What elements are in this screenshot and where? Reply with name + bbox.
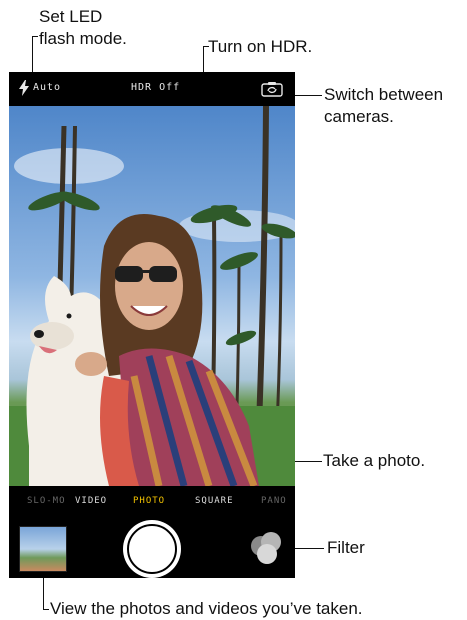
camera-top-bar: Auto HDR Off bbox=[9, 72, 295, 106]
filter-circles-icon[interactable] bbox=[251, 532, 285, 566]
last-photo-thumbnail[interactable] bbox=[19, 526, 67, 572]
leader-view-photos-tick bbox=[43, 609, 49, 610]
flash-icon[interactable] bbox=[18, 80, 30, 96]
callout-switch-cameras: Switch between cameras. bbox=[324, 85, 444, 126]
viewfinder-photo bbox=[9, 106, 295, 486]
callout-hdr: Turn on HDR. bbox=[208, 37, 313, 56]
camera-bottom-bar: SLO-MO VIDEO PHOTO SQUARE PANO bbox=[9, 486, 295, 578]
callout-flash: Set LED flash mode. bbox=[39, 7, 127, 48]
callout-take-photo: Take a photo. bbox=[323, 451, 426, 470]
flash-mode-label[interactable]: Auto bbox=[33, 82, 61, 93]
mode-video[interactable]: VIDEO bbox=[75, 496, 107, 506]
camera-rotate-icon[interactable] bbox=[261, 81, 283, 97]
leader-flash-tick bbox=[32, 36, 38, 37]
hdr-toggle[interactable]: HDR Off bbox=[131, 82, 180, 93]
callout-filter: Filter bbox=[327, 538, 365, 557]
camera-viewfinder[interactable] bbox=[9, 106, 295, 486]
mode-pano[interactable]: PANO bbox=[261, 496, 287, 506]
camera-mode-selector: SLO-MO VIDEO PHOTO SQUARE PANO bbox=[9, 496, 295, 512]
callout-view-photos: View the photos and videos you’ve taken. bbox=[50, 599, 363, 618]
leader-hdr-tick bbox=[203, 46, 209, 47]
mode-square[interactable]: SQUARE bbox=[195, 496, 234, 506]
shutter-button[interactable] bbox=[123, 520, 181, 578]
mode-photo[interactable]: PHOTO bbox=[133, 496, 165, 506]
shutter-button-inner bbox=[127, 524, 177, 574]
camera-screen: Auto HDR Off SLO-MO VIDEO PHOTO SQUARE P… bbox=[9, 72, 295, 578]
mode-slo-mo[interactable]: SLO-MO bbox=[27, 496, 66, 506]
